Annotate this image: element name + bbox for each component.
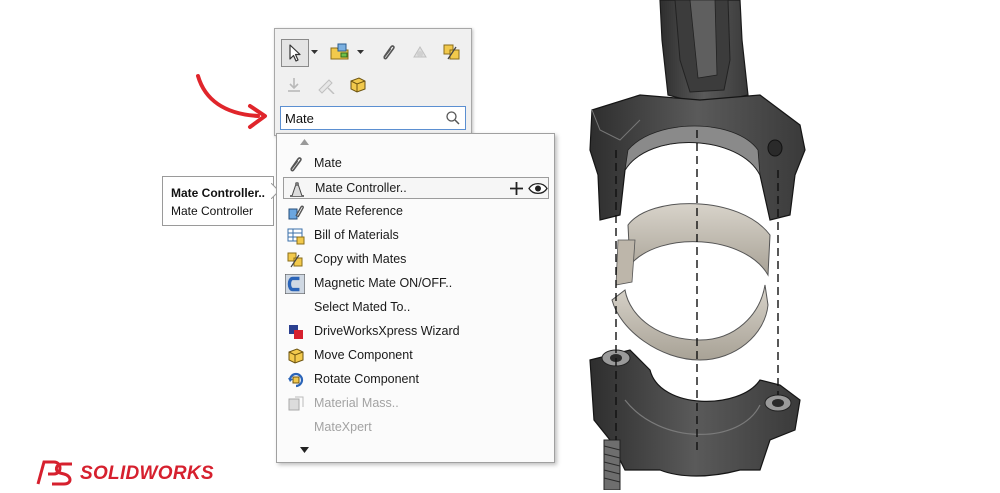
select-tool-button[interactable] [281,39,309,67]
menu-item-label: Material Mass.. [314,396,399,410]
menu-item-matexpert[interactable]: MateXpert [283,417,549,439]
insert-component-button[interactable] [281,72,307,98]
open-component-dropdown[interactable] [355,39,365,65]
command-tooltip: Mate Controller.. Mate Controller [162,176,274,226]
menu-item-label: Rotate Component [314,372,419,386]
add-to-toolbar-icon[interactable] [510,182,523,195]
material-mass-icon [288,396,304,411]
smart-mates-button[interactable] [407,39,433,65]
open-folder-icon [330,43,349,60]
search-results-dropdown: Mate Mate Controller.. Mate Reference Bi [276,133,555,463]
bill-of-materials-icon [287,228,305,245]
driveworks-icon [289,325,303,339]
scroll-up-icon[interactable] [300,139,309,145]
menu-item-material-mass[interactable]: Material Mass.. [283,393,549,415]
chevron-down-icon [356,50,364,54]
brand-wordmark: SOLIDWORKS [80,463,214,484]
menu-item-label: Copy with Mates [314,252,407,266]
menu-item-move-component[interactable]: Move Component [283,345,549,367]
connecting-rod-illustration [589,0,806,490]
shortcut-toolbar [274,28,472,136]
menu-item-select-mated-to[interactable]: Select Mated To.. [283,297,549,319]
menu-item-driveworksxpress-wizard[interactable]: DriveWorksXpress Wizard [283,321,549,343]
mate-reference-icon [288,205,304,220]
command-search-box[interactable] [280,106,466,130]
menu-item-label: Move Component [314,348,413,362]
copy-with-mates-button[interactable] [439,39,465,65]
upper-bearing-shell [627,203,771,277]
edit-mate-icon [318,79,335,94]
menu-item-label: MateXpert [314,420,372,434]
copy-with-mates-icon [443,44,460,60]
rod-cap-lower [589,349,801,477]
move-component-toolbar-button[interactable] [345,72,371,98]
eye-icon[interactable] [528,182,548,195]
magnet-icon [285,274,305,294]
ds-logo-icon [36,460,72,486]
scroll-down-icon[interactable] [300,447,309,453]
move-component-icon [350,77,366,93]
rotate-component-icon [288,372,304,388]
menu-item-label: Magnetic Mate ON/OFF.. [314,276,453,290]
select-arrow-icon [289,44,301,62]
insert-component-icon [288,78,300,92]
menu-item-rotate-component[interactable]: Rotate Component [283,369,549,391]
bolt [603,439,621,490]
chevron-down-icon [310,50,318,54]
menu-item-mate[interactable]: Mate [283,153,549,175]
move-component-icon [288,348,304,364]
copy-with-mates-icon [287,252,303,268]
menu-item-label: Select Mated To.. [314,300,411,314]
mate-paperclip-icon [383,45,395,60]
menu-item-label: DriveWorksXpress Wizard [314,324,460,338]
menu-item-label: Mate Reference [314,204,403,218]
command-search-input[interactable] [285,109,445,127]
paperclip-icon [290,157,302,172]
menu-item-label: Bill of Materials [314,228,399,242]
annotation-arrow [196,74,267,129]
mate-button[interactable] [375,39,401,65]
menu-item-mate-reference[interactable]: Mate Reference [283,201,549,223]
menu-item-magnetic-mate[interactable]: Magnetic Mate ON/OFF.. [283,273,549,295]
menu-item-label: Mate [314,156,342,170]
menu-item-copy-with-mates[interactable]: Copy with Mates [283,249,549,271]
smart-mate-icon [413,46,427,58]
menu-item-bill-of-materials[interactable]: Bill of Materials [283,225,549,247]
menu-item-mate-controller[interactable]: Mate Controller.. [283,177,549,199]
rod-shank [659,0,749,106]
open-component-button[interactable] [327,39,353,65]
tooltip-description: Mate Controller [171,204,254,218]
mate-controller-icon [290,182,304,197]
menu-item-label: Mate Controller.. [315,181,407,195]
solidworks-logo: SOLIDWORKS [34,458,214,488]
tooltip-title: Mate Controller.. [171,186,266,200]
select-tool-dropdown[interactable] [309,39,319,65]
lower-bearing-shell [611,284,769,361]
search-icon[interactable] [445,110,461,126]
edit-mate-button[interactable] [313,72,339,98]
